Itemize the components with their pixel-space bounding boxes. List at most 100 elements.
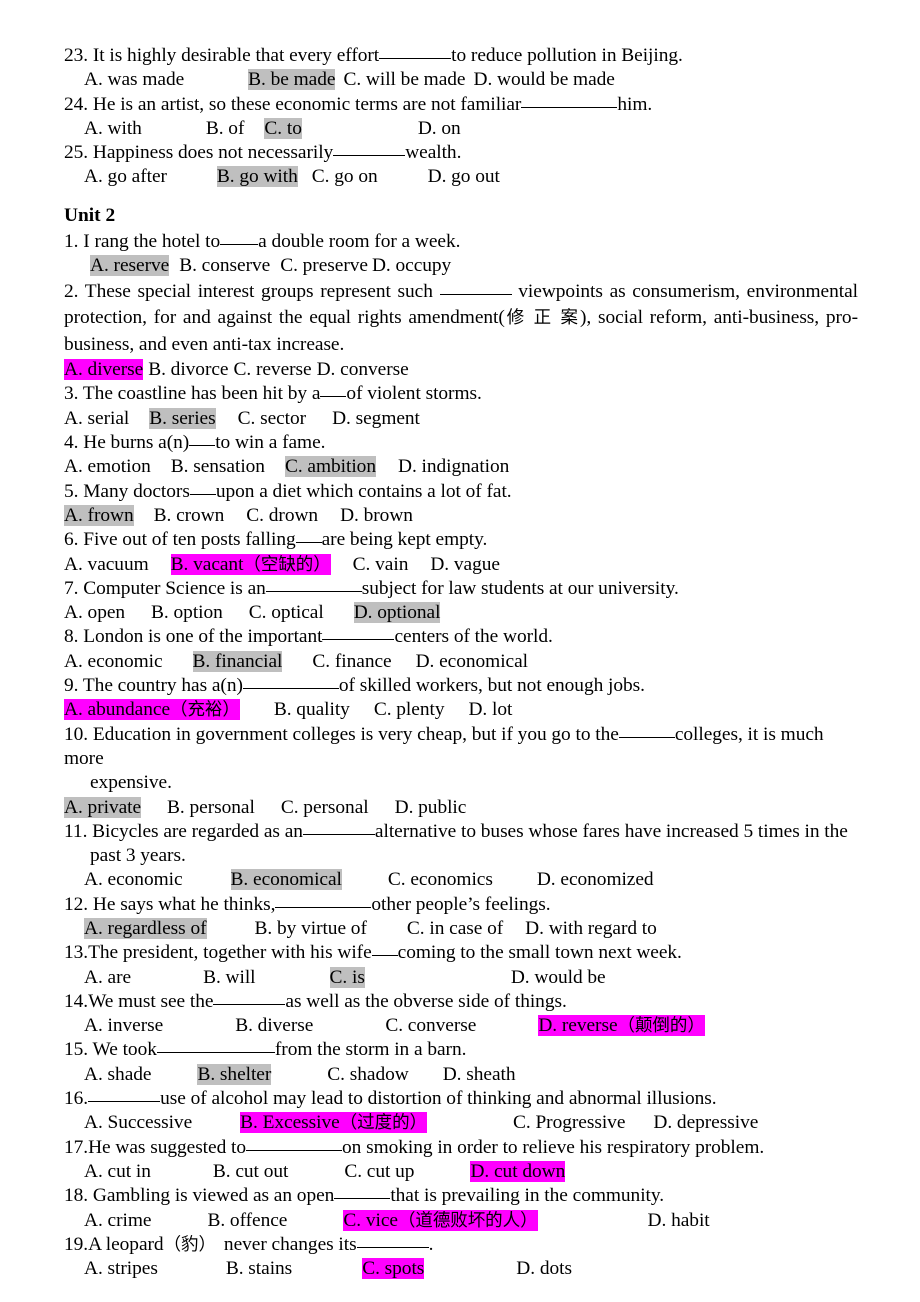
option-a[interactable]: A. reserve [90, 255, 169, 277]
option-b[interactable]: B. sensation [171, 456, 265, 477]
question-stem-24: 24. He is an artist, so these economic t… [64, 93, 858, 117]
option-a[interactable]: A. abundance（充裕） [64, 699, 240, 721]
option-d[interactable]: D. on [418, 118, 461, 139]
option-c[interactable]: C. Progressive [513, 1112, 625, 1133]
question-stem-9: 9. The country has a(n) of skilled worker… [64, 674, 858, 698]
option-b[interactable]: B. stains [226, 1258, 292, 1279]
option-b[interactable]: B. series [149, 407, 216, 429]
option-a[interactable]: A. crime [84, 1210, 152, 1231]
option-d[interactable]: D. vague [430, 554, 500, 575]
option-d[interactable]: D. economical [416, 651, 528, 672]
option-a[interactable]: A. serial [64, 408, 129, 429]
option-c[interactable]: C. vice（道德败坏的人） [343, 1209, 538, 1231]
option-d[interactable]: D. economized [537, 869, 654, 890]
option-a[interactable]: A. are [84, 967, 131, 988]
option-c[interactable]: C. economics [388, 869, 493, 890]
option-b[interactable]: B. crown [154, 505, 225, 526]
option-a[interactable]: A. shade [84, 1064, 152, 1085]
option-b[interactable]: B. offence [207, 1210, 287, 1231]
option-b[interactable]: B. conserve [179, 255, 270, 276]
option-c[interactable]: C. to [264, 117, 302, 139]
option-c[interactable]: C. spots [362, 1258, 424, 1280]
option-d[interactable]: D. would be made [473, 69, 614, 90]
option-c[interactable]: C. plenty [374, 699, 445, 720]
option-a[interactable]: A. stripes [84, 1258, 158, 1279]
option-d[interactable]: D. sheath [443, 1064, 516, 1085]
answer-blank [334, 1185, 391, 1200]
answer-blank [275, 894, 372, 908]
option-a[interactable]: A. emotion [64, 456, 151, 477]
option-b[interactable]: B. cut out [213, 1161, 289, 1182]
option-c[interactable]: C. reverse [233, 359, 311, 380]
option-a[interactable]: A. was made [84, 69, 184, 90]
option-b[interactable]: B. personal [167, 797, 255, 818]
option-a[interactable]: A. open [64, 602, 125, 623]
option-d[interactable]: D. depressive [653, 1112, 758, 1133]
option-d[interactable]: D. dots [516, 1258, 572, 1279]
question-stem-text: 17.He was suggested to [64, 1136, 247, 1158]
option-a[interactable]: A. with [84, 118, 142, 139]
option-c[interactable]: C. ambition [284, 456, 376, 478]
option-d[interactable]: D. would be [511, 967, 606, 988]
option-b[interactable]: B. diverse [235, 1015, 313, 1036]
option-c[interactable]: C. finance [312, 651, 391, 672]
option-b[interactable]: B. vacant（空缺的） [170, 553, 331, 575]
option-c[interactable]: C. drown [246, 505, 318, 526]
option-a[interactable]: A. Successive [84, 1112, 192, 1133]
option-b[interactable]: B. will [203, 967, 256, 988]
option-a[interactable]: A. inverse [84, 1015, 163, 1036]
option-d[interactable]: D. public [395, 797, 467, 818]
question-stem-text: 10. Education in government colleges is … [64, 723, 619, 745]
option-c[interactable]: C. cut up [344, 1161, 414, 1182]
option-d[interactable]: D. brown [340, 505, 413, 526]
option-d[interactable]: D. reverse（颠倒的） [538, 1015, 705, 1037]
option-c[interactable]: C. in case of [407, 918, 503, 939]
option-a[interactable]: A. economic [84, 869, 183, 890]
option-a[interactable]: A. cut in [84, 1161, 151, 1182]
option-d[interactable]: D. with regard to [525, 918, 657, 939]
option-c[interactable]: C. preserve [280, 255, 368, 276]
option-b[interactable]: B. divorce [148, 359, 228, 380]
option-b[interactable]: B. option [151, 602, 223, 623]
option-c[interactable]: C. optical [249, 602, 324, 623]
option-d[interactable]: D. optional [353, 602, 440, 624]
option-a[interactable]: A. regardless of [84, 918, 207, 939]
option-d[interactable]: D. cut down [470, 1160, 565, 1182]
option-c[interactable]: C. converse [385, 1015, 476, 1036]
option-b[interactable]: B. quality [274, 699, 350, 720]
option-c[interactable]: C. go on [312, 166, 378, 187]
option-a[interactable]: A. vacuum [64, 554, 149, 575]
option-b[interactable]: B. financial [192, 650, 282, 672]
option-c[interactable]: C. vain [353, 554, 409, 575]
question-stem-10: 10. Education in government colleges is … [64, 723, 858, 772]
option-b[interactable]: B. of [206, 118, 245, 139]
option-b[interactable]: B. by virtue of [255, 918, 367, 939]
option-c[interactable]: C. is [329, 966, 365, 988]
option-b[interactable]: B. be made [248, 69, 335, 91]
option-a[interactable]: A. private [64, 796, 141, 818]
option-a[interactable]: A. economic [64, 651, 163, 672]
option-c[interactable]: C. sector [238, 408, 307, 429]
option-b[interactable]: B. go with [216, 166, 298, 188]
question-stem-text: 12. He says what he thinks, [64, 893, 276, 915]
option-row-2: A. diverse B. divorce C. reverse D. convers… [64, 358, 858, 382]
option-b[interactable]: B. shelter [197, 1063, 271, 1085]
answer-blank [242, 675, 339, 690]
option-b[interactable]: B. economical [230, 869, 342, 891]
option-a[interactable]: A. frown [64, 504, 134, 526]
option-d[interactable]: D. lot [468, 699, 512, 720]
option-row-18: A. crime B. offence C. vice（道德败坏的人） D. habi… [64, 1209, 858, 1233]
option-a[interactable]: A. go after [84, 166, 167, 187]
option-a[interactable]: A. diverse [64, 359, 143, 381]
option-d[interactable]: D. occupy [372, 255, 451, 276]
option-d[interactable]: D. habit [648, 1210, 710, 1231]
option-d[interactable]: D. segment [332, 408, 420, 429]
option-b[interactable]: B. Excessive（过度的） [240, 1112, 427, 1134]
option-c[interactable]: C. will be made [343, 69, 465, 90]
option-c[interactable]: C. shadow [327, 1064, 408, 1085]
option-c[interactable]: C. personal [281, 797, 369, 818]
option-d[interactable]: D. go out [428, 166, 500, 187]
option-row-24: A. with B. of C. to D. on [64, 117, 858, 141]
option-d[interactable]: D. indignation [398, 456, 509, 477]
option-d[interactable]: D. converse [317, 359, 409, 380]
